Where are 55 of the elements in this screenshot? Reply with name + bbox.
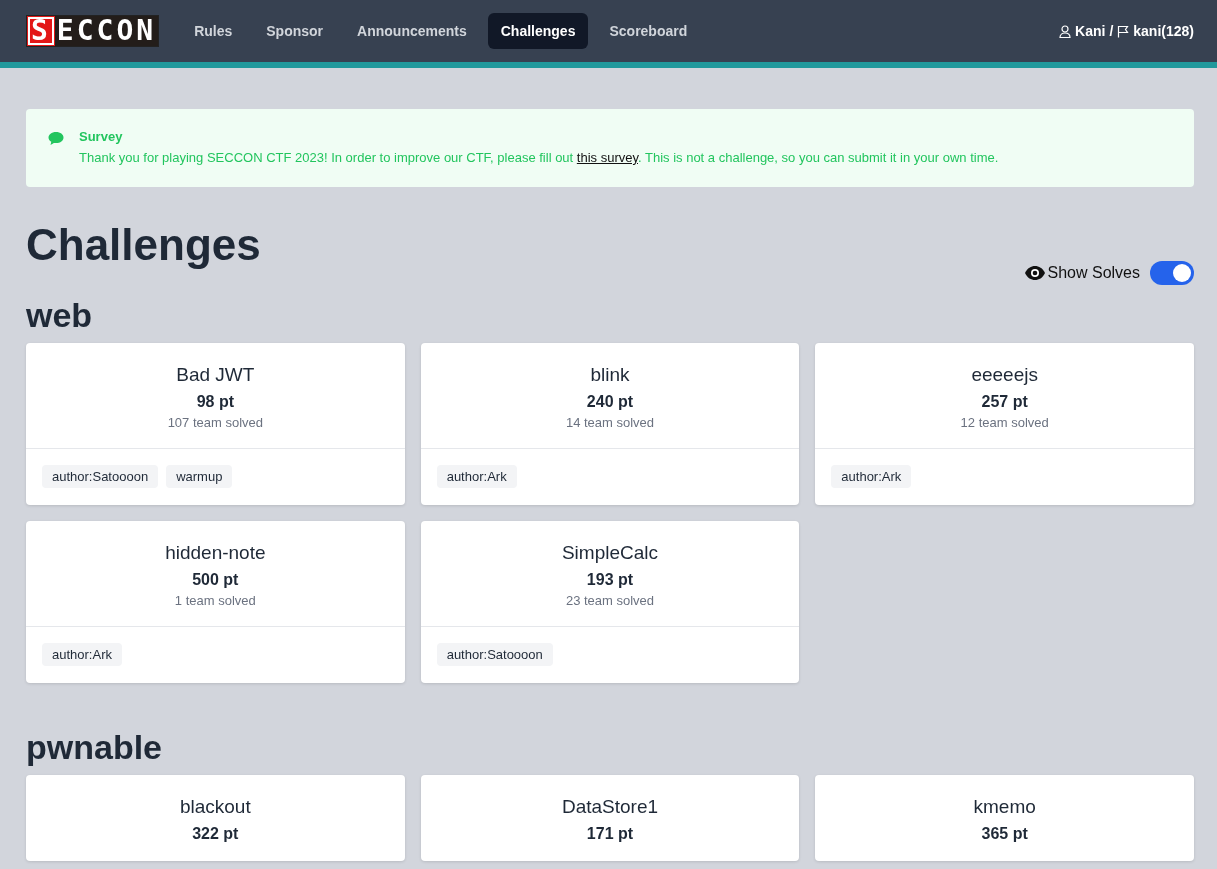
challenge-name: blink: [590, 364, 630, 386]
challenge-points: 193 pt: [586, 571, 634, 589]
challenge-card[interactable]: kmemo 365 pt: [815, 775, 1194, 861]
page-title: Challenges: [26, 219, 261, 271]
toggle-label: Show Solves: [1047, 264, 1140, 282]
challenge-points: 322 pt: [192, 825, 239, 843]
challenge-points: 257 pt: [981, 393, 1028, 411]
flag-icon: [1117, 24, 1130, 38]
seccon-logo[interactable]: S ECCON: [26, 15, 160, 47]
alert-title: Survey: [79, 129, 124, 144]
challenge-card[interactable]: blackout 322 pt: [26, 775, 405, 861]
solve-count: 1 team solved: [174, 593, 256, 608]
survey-link[interactable]: this survey: [576, 150, 638, 165]
challenge-points: 500 pt: [192, 571, 239, 589]
solve-count: 107 team solved: [167, 415, 264, 430]
challenge-points: 240 pt: [586, 393, 634, 411]
challenge-name: SimpleCalc: [561, 542, 659, 564]
separator: /: [1109, 23, 1114, 39]
challenge-card[interactable]: blink 240 pt 14 team solved author:Ark: [420, 343, 800, 505]
tag: author:Ark: [436, 465, 517, 488]
category-heading: web: [26, 295, 94, 335]
tag: warmup: [166, 465, 233, 488]
tag: author:Satoooon: [42, 465, 159, 488]
challenge-name: Bad JWT: [176, 364, 255, 386]
tag: author:Ark: [831, 465, 912, 488]
team-name[interactable]: kani(128): [1133, 23, 1194, 39]
challenge-name: hidden-note: [165, 542, 266, 564]
category-heading: pwnable: [26, 727, 164, 767]
challenge-card[interactable]: hidden-note 500 pt 1 team solved author:Ark: [26, 521, 405, 683]
user-name[interactable]: Kani: [1075, 23, 1106, 39]
alert-message: Thank you for playing SECCON CTF 2023! In order to improve our CTF, please fill out this survey. This is not a challenge, so you can submit it in your own time.: [79, 150, 999, 165]
nav-link[interactable]: Sponsor: [253, 13, 337, 49]
challenge-name: blackout: [179, 796, 251, 818]
user-icon: [1059, 24, 1072, 38]
tag: author:Ark: [42, 643, 122, 666]
nav-link[interactable]: Challenges: [487, 13, 589, 49]
challenge-points: 365 pt: [981, 825, 1028, 843]
challenge-card[interactable]: SimpleCalc 193 pt 23 team solved author:Satoooon: [420, 521, 800, 683]
solve-count: 14 team solved: [565, 415, 655, 430]
challenge-name: eeeeejs: [971, 364, 1038, 386]
challenge-name: DataStore1: [561, 796, 659, 818]
nav-link[interactable]: Rules: [181, 13, 246, 49]
challenge-name: kmemo: [973, 796, 1036, 818]
tag: author:Satoooon: [436, 643, 553, 666]
challenge-points: 98 pt: [196, 393, 234, 411]
challenge-card[interactable]: Bad JWT 98 pt 107 team solved author:Satoooon warmup: [26, 343, 405, 505]
challenge-card[interactable]: DataStore1 171 pt: [420, 775, 800, 861]
show-solves-toggle[interactable]: [1150, 261, 1194, 285]
challenge-card[interactable]: eeeeejs 257 pt 12 team solved author:Ark: [815, 343, 1194, 505]
nav-link[interactable]: Scoreboard: [596, 13, 701, 49]
challenge-points: 171 pt: [586, 825, 634, 843]
nav-link[interactable]: Announcements: [344, 13, 480, 49]
eye-icon: [1023, 265, 1046, 281]
solve-count: 12 team solved: [960, 415, 1049, 430]
solve-count: 23 team solved: [565, 593, 655, 608]
